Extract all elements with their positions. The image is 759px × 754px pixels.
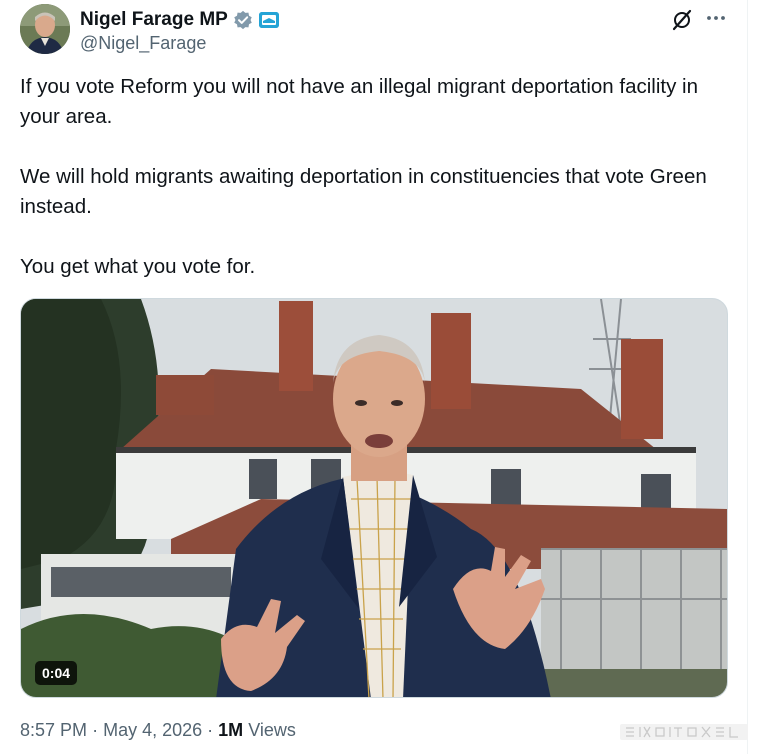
views-count: 1M: [218, 720, 244, 740]
grok-icon[interactable]: [670, 8, 694, 32]
column-divider: [747, 0, 748, 754]
tweet-header: Nigel Farage MP @Nigel_Farage: [20, 4, 740, 56]
tweet-time[interactable]: 8:57 PM: [20, 720, 87, 740]
verified-badge-icon[interactable]: [233, 10, 253, 30]
meta-separator: ·: [92, 720, 99, 740]
more-icon[interactable]: [704, 6, 728, 30]
video-player[interactable]: 0:04: [20, 298, 728, 698]
tweet-paragraph: If you vote Reform you will not have an …: [20, 75, 698, 128]
views-label: Views: [248, 720, 296, 740]
tweet-meta: 8:57 PM · May 4, 2026 · 1M Views: [20, 720, 296, 741]
display-name[interactable]: Nigel Farage MP: [80, 9, 228, 31]
affiliation-badge-icon[interactable]: [258, 12, 279, 28]
video-duration: 0:04: [35, 661, 78, 685]
meta-separator: ·: [207, 720, 214, 740]
video-frame: [21, 299, 727, 697]
tweet-paragraph: We will hold migrants awaiting deportati…: [20, 165, 707, 218]
name-row: Nigel Farage MP: [80, 8, 279, 32]
tweet-paragraph: You get what you vote for.: [20, 255, 256, 278]
watermark-logo: [620, 724, 748, 740]
author-handle[interactable]: @Nigel_Farage: [80, 33, 206, 54]
avatar[interactable]: [20, 4, 70, 54]
tweet-date[interactable]: May 4, 2026: [103, 720, 202, 740]
tweet-text: If you vote Reform you will not have an …: [20, 72, 732, 312]
